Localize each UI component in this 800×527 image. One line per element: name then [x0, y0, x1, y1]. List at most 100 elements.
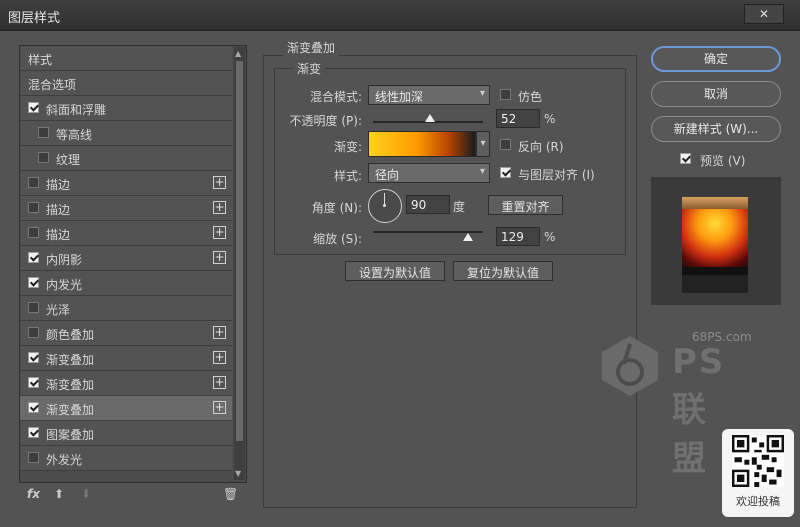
reset-default-button[interactable]: 复位为默认值 [453, 261, 553, 281]
style-item[interactable]: 内发光 [20, 271, 232, 296]
style-item[interactable]: 光泽 [20, 296, 232, 321]
dither-checkbox[interactable] [500, 89, 511, 100]
trash-icon[interactable]: 🗑 [223, 487, 238, 501]
style-item-checkbox[interactable] [28, 327, 39, 338]
reset-alignment-button[interactable]: 重置对齐 [488, 195, 563, 215]
scale-unit: % [544, 230, 556, 244]
blend-mode-select[interactable]: 线性加深 ▾ [368, 85, 490, 105]
gradient-subgroup-title: 渐变 [293, 60, 326, 77]
scroll-down-icon[interactable]: ▼ [235, 469, 241, 478]
chevron-down-icon: ▾ [479, 166, 485, 177]
preview-checkbox[interactable] [680, 153, 691, 164]
style-item[interactable]: 描边 + [20, 171, 232, 196]
qr-code-card: 欢迎投稿 [722, 429, 794, 517]
style-item[interactable]: 渐变叠加 + [20, 371, 232, 396]
style-item[interactable]: 图案叠加 [20, 421, 232, 446]
style-item-checkbox[interactable] [28, 452, 39, 463]
chevron-down-icon: ▾ [479, 88, 485, 99]
style-item[interactable]: 外发光 [20, 446, 232, 471]
style-label: 样式: [333, 169, 362, 183]
add-effect-icon[interactable]: + [213, 401, 226, 414]
style-item-checkbox[interactable] [28, 202, 39, 213]
preview-image [682, 197, 748, 293]
style-item-checkbox[interactable] [28, 177, 39, 188]
scale-input[interactable]: 129 [496, 227, 540, 246]
style-item-checkbox[interactable] [28, 252, 39, 263]
angle-unit: 度 [453, 200, 466, 214]
style-item-label: 内发光 [46, 278, 83, 292]
style-item[interactable]: 渐变叠加 + [20, 346, 232, 371]
style-item-label: 颜色叠加 [46, 328, 95, 342]
reverse-checkbox[interactable] [500, 139, 511, 150]
style-list: 样式 混合选项 斜面和浮雕 等高线 纹理 描边 + 描边 + 描边 + 内阴影 + 内发光 光泽 颜色叠加… [20, 46, 232, 471]
close-button[interactable]: ✕ [744, 4, 784, 24]
style-item[interactable]: 斜面和浮雕 [20, 96, 232, 121]
style-item-checkbox[interactable] [28, 352, 39, 363]
style-item-label: 图案叠加 [46, 428, 95, 442]
style-item[interactable]: 内阴影 + [20, 246, 232, 271]
style-item-checkbox[interactable] [28, 302, 39, 313]
style-item-checkbox[interactable] [38, 152, 49, 163]
style-preview-thumbnail [651, 177, 781, 305]
style-item-checkbox[interactable] [28, 227, 39, 238]
style-list-scrollbar[interactable]: ▲ ▼ [234, 47, 245, 480]
style-item-label: 渐变叠加 [46, 378, 95, 392]
add-effect-icon[interactable]: + [213, 176, 226, 189]
style-item[interactable]: 纹理 [20, 146, 232, 171]
style-item-label: 等高线 [56, 128, 93, 142]
style-item-checkbox[interactable] [28, 102, 39, 113]
scroll-up-icon[interactable]: ▲ [235, 49, 241, 58]
style-item-checkbox[interactable] [28, 427, 39, 438]
ok-button[interactable]: 确定 [651, 46, 781, 72]
add-effect-icon[interactable]: + [213, 376, 226, 389]
style-item-checkbox[interactable] [28, 277, 39, 288]
style-item[interactable]: 渐变叠加 + [20, 396, 232, 421]
blend-mode-value: 线性加深 [375, 90, 424, 104]
style-item-checkbox[interactable] [28, 377, 39, 388]
gradient-preview-bar[interactable] [368, 131, 476, 157]
angle-center-dot [383, 204, 386, 207]
add-effect-icon[interactable]: + [213, 251, 226, 264]
add-effect-icon[interactable]: + [213, 351, 226, 364]
style-item[interactable]: 描边 + [20, 221, 232, 246]
opacity-slider-thumb[interactable] [425, 114, 436, 122]
cancel-button[interactable]: 取消 [651, 81, 781, 107]
dialog-title: 图层样式 [8, 11, 61, 26]
add-effect-icon[interactable]: + [213, 226, 226, 239]
scale-slider-thumb[interactable] [462, 233, 473, 241]
opacity-input[interactable]: 52 [496, 109, 540, 128]
move-up-icon[interactable]: ⬆ [54, 487, 64, 501]
new-style-button[interactable]: 新建样式 (W)... [651, 116, 781, 142]
blend-mode-label: 混合模式: [309, 90, 362, 104]
dither-label: 仿色 [518, 90, 543, 104]
style-list-panel: 样式 混合选项 斜面和浮雕 等高线 纹理 描边 + 描边 + 描边 + 内阴影 + 内发光 光泽 颜色叠加… [19, 45, 247, 483]
gradient-label: 渐变: [333, 140, 362, 154]
add-effect-icon[interactable]: + [213, 201, 226, 214]
align-with-layer-checkbox[interactable] [500, 167, 511, 178]
style-item[interactable]: 等高线 [20, 121, 232, 146]
dialog-title-bar: 图层样式 ✕ [0, 0, 800, 31]
gradient-style-select[interactable]: 径向 ▾ [368, 163, 490, 183]
opacity-label: 不透明度 (P): [289, 114, 362, 128]
scrollbar-thumb[interactable] [236, 61, 243, 441]
style-item-checkbox[interactable] [38, 127, 49, 138]
preview-label: 预览 (V) [700, 154, 746, 168]
style-item[interactable]: 颜色叠加 + [20, 321, 232, 346]
angle-dial[interactable] [368, 189, 402, 223]
angle-label: 角度 (N): [311, 201, 362, 215]
angle-input[interactable]: 90 [406, 195, 450, 214]
move-down-icon[interactable]: ⬇ [81, 487, 91, 501]
align-with-layer-label: 与图层对齐 (I) [518, 168, 595, 182]
style-list-header[interactable]: 样式 [20, 46, 232, 71]
style-item-label: 内阴影 [46, 253, 83, 267]
style-item-checkbox[interactable] [28, 402, 39, 413]
set-default-button[interactable]: 设置为默认值 [345, 261, 445, 281]
style-item[interactable]: 描边 + [20, 196, 232, 221]
add-effect-icon[interactable]: + [213, 326, 226, 339]
opacity-unit: % [544, 112, 556, 126]
gradient-dropdown-arrow[interactable]: ▾ [476, 131, 490, 157]
fx-icon[interactable]: fx [27, 487, 40, 501]
style-item-label: 描边 [46, 178, 71, 192]
style-item-label: 外发光 [46, 453, 83, 467]
blend-options-item[interactable]: 混合选项 [20, 71, 232, 96]
